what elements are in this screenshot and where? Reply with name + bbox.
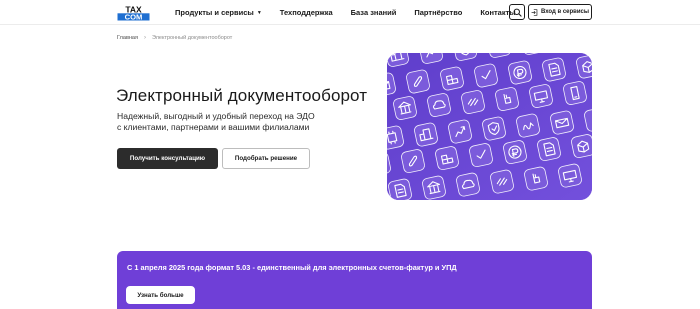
get-consultation-button[interactable]: Получить консультацию: [117, 148, 218, 169]
breadcrumb: Главная › Электронный документооборот: [117, 35, 232, 41]
pattern-tile: [508, 60, 532, 85]
pattern-tile: [516, 113, 540, 138]
breadcrumb-current: Электронный документооборот: [151, 35, 233, 41]
pattern-tile: [456, 172, 480, 197]
login-button-label: Вход в сервисы: [540, 9, 590, 15]
banner-text: С 1 апреля 2025 года формат 5.03 - единс…: [127, 263, 457, 272]
pattern-tile: [550, 110, 574, 135]
pattern-tile: [427, 93, 451, 117]
chevron-right-icon: ›: [143, 35, 146, 41]
logo-line2: COM: [125, 13, 143, 21]
edo-icons-pattern: 1C1C: [387, 53, 592, 200]
pattern-tile: [495, 87, 519, 111]
pattern-tile: [542, 57, 566, 82]
site-header: TAX COM Продукты и сервисы ▼ Техподдержк…: [0, 0, 700, 25]
pattern-tile: [503, 140, 527, 165]
nav-item-knowledge-base[interactable]: База знаний: [351, 8, 397, 17]
page-title: Электронный документооборот: [116, 86, 368, 105]
nav-item-partnership[interactable]: Партнёрство: [414, 8, 462, 17]
pattern-tile: [406, 69, 430, 94]
pattern-tile: [529, 84, 553, 108]
pattern-tile: [524, 166, 548, 191]
breadcrumb-home-link[interactable]: Главная: [117, 35, 138, 41]
announcement-banner: С 1 апреля 2025 года формат 5.03 - единс…: [117, 251, 592, 309]
chevron-down-icon: ▼: [256, 9, 262, 16]
pattern-tile: [537, 137, 561, 162]
pattern-tile: [401, 149, 425, 174]
login-button[interactable]: Вход в сервисы: [528, 4, 592, 20]
hero-illustration: 1C1C: [387, 53, 592, 200]
taxcom-logo[interactable]: TAX COM: [117, 5, 150, 21]
nav-item-label: Партнёрство: [414, 8, 463, 17]
subtitle-line-2: с клиентами, партнерами и вашими филиала…: [117, 122, 310, 132]
pattern-tile: [474, 63, 498, 88]
nav-item-label: База знаний: [350, 8, 397, 17]
nav-item-products[interactable]: Продукты и сервисы ▼: [175, 8, 262, 17]
search-button[interactable]: [509, 4, 525, 20]
page-subtitle: Надежный, выгодный и удобный переход на …: [117, 111, 347, 133]
search-icon: [513, 8, 522, 17]
subtitle-line-1: Надежный, выгодный и удобный переход на …: [117, 111, 315, 121]
pattern-tile: [469, 143, 493, 168]
nav-item-support[interactable]: Техподдержка: [280, 8, 333, 17]
main-nav: Продукты и сервисы ▼ Техподдержка База з…: [175, 0, 534, 25]
nav-item-label: Продукты и сервисы: [175, 8, 254, 17]
choose-solution-button[interactable]: Подобрать решение: [222, 148, 310, 169]
pattern-tile: [448, 119, 472, 144]
nav-item-label: Техподдержка: [279, 8, 333, 17]
learn-more-button[interactable]: Узнать больше: [126, 286, 195, 304]
pattern-tile: [482, 116, 506, 141]
pattern-tile: [563, 81, 587, 105]
pattern-tile: [414, 122, 438, 147]
pattern-tile: [558, 163, 582, 188]
login-arrow-icon: [531, 8, 538, 16]
